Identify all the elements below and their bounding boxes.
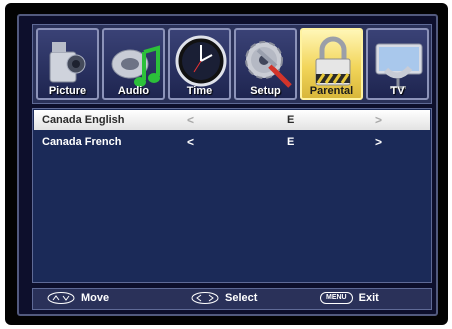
left-right-keys-icon [191, 292, 219, 305]
move-label: Move [81, 292, 110, 304]
exit-hint: MENU Exit [320, 292, 379, 305]
menu-tab-bar: Picture Audio Time Setup Parental TV [32, 24, 432, 104]
setting-label: Canada English [42, 114, 125, 126]
tab-parental[interactable]: Parental [300, 28, 363, 100]
setting-row-canada-french[interactable]: Canada French < E > [34, 132, 430, 152]
exit-label: Exit [358, 292, 379, 304]
select-label: Select [225, 292, 258, 304]
tab-audio-label: Audio [117, 85, 150, 97]
setting-value: E [287, 136, 295, 148]
tab-time[interactable]: Time [168, 28, 231, 100]
tab-tv[interactable]: TV [366, 28, 429, 100]
tab-parental-label: Parental [309, 85, 354, 97]
move-hint: Move [47, 292, 110, 305]
tab-picture[interactable]: Picture [36, 28, 99, 100]
tab-setup[interactable]: Setup [234, 28, 297, 100]
left-arrow-icon[interactable]: < [187, 113, 194, 127]
menu-key-icon: MENU [320, 292, 353, 305]
setting-label: Canada French [42, 136, 122, 148]
tab-setup-label: Setup [250, 85, 281, 97]
setting-value: E [287, 114, 295, 126]
tab-audio[interactable]: Audio [102, 28, 165, 100]
right-arrow-icon[interactable]: > [375, 135, 382, 149]
osd-menu: Picture Audio Time Setup Parental TV Can… [17, 14, 438, 316]
tab-time-label: Time [186, 85, 213, 97]
tab-tv-label: TV [390, 85, 405, 97]
select-hint: Select [191, 292, 258, 305]
left-arrow-icon[interactable]: < [187, 135, 194, 149]
setting-row-canada-english[interactable]: Canada English < E > [34, 110, 430, 130]
key-hint-bar: Move Select MENU Exit [32, 288, 432, 310]
up-down-keys-icon [47, 292, 75, 305]
tab-picture-label: Picture [48, 85, 87, 97]
right-arrow-icon[interactable]: > [375, 113, 382, 127]
parental-settings-list: Canada English < E > Canada French < E > [32, 108, 432, 283]
